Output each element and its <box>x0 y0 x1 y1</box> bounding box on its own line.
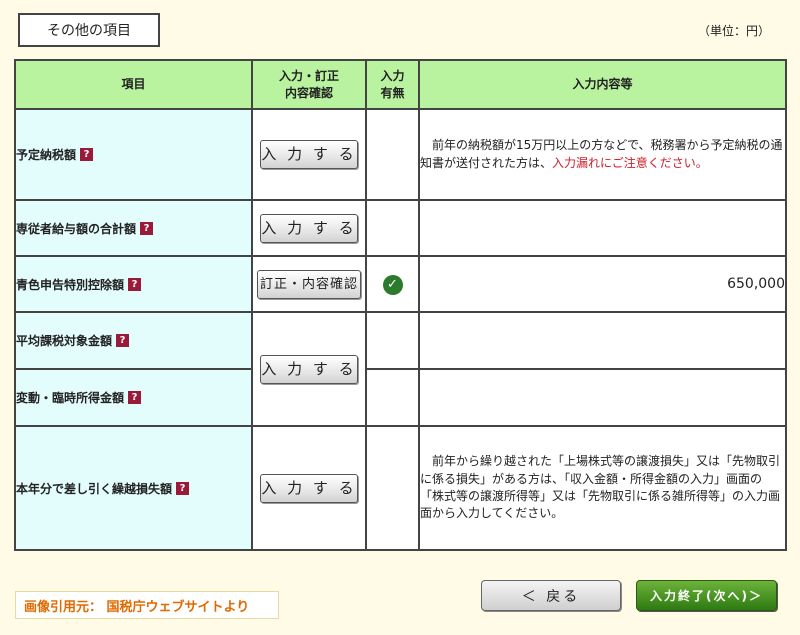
items-table: 項目 入力・訂正 内容確認 入力 有無 入力内容等 予定納税額? 入 力 す る… <box>14 59 787 551</box>
finish-next-button[interactable]: 入力終了(次へ)＞ <box>636 580 777 611</box>
enter-button[interactable]: 入 力 す る <box>260 354 358 384</box>
confirm-button[interactable]: 訂正・内容確認 <box>257 269 361 299</box>
back-button-label: ＜ 戻る <box>521 588 581 605</box>
finish-button-label: 入力終了(次へ)＞ <box>650 589 763 603</box>
help-icon[interactable]: ? <box>140 221 154 235</box>
check-circle-icon: ✓ <box>382 275 403 295</box>
table-header-row: 項目 入力・訂正 内容確認 入力 有無 入力内容等 <box>14 59 787 110</box>
help-icon[interactable]: ? <box>80 148 94 161</box>
enter-button[interactable]: 入 力 す る <box>260 213 358 243</box>
content-cell: 前年の納税額が15万円以上の方などで、税務署から予定納税の通知書が送付された方は… <box>418 108 787 201</box>
enter-button[interactable]: 入 力 す る <box>260 473 358 503</box>
table-row: 平均課税対象金額? 入 力 す る <box>14 311 787 427</box>
row-label: 本年分で差し引く繰越損失額? <box>14 425 253 551</box>
row-label: 青色申告特別控除額? <box>14 255 253 313</box>
section-title-text: その他の項目 <box>47 23 131 39</box>
header-item: 項目 <box>14 59 253 110</box>
status-cell <box>365 108 420 201</box>
value-cell: 650,000 <box>418 255 787 313</box>
help-icon[interactable]: ? <box>128 277 142 291</box>
content-cell <box>418 311 787 370</box>
header-content: 入力内容等 <box>418 59 787 110</box>
source-note: 画像引用元： 国税庁ウェブサイトより <box>15 591 279 619</box>
row-label: 専従者給与額の合計額? <box>14 199 253 257</box>
status-cell: ✓ <box>365 255 420 313</box>
table-row: 青色申告特別控除額? 訂正・内容確認 ✓ 650,000 <box>14 255 787 313</box>
table-row: 本年分で差し引く繰越損失額? 入 力 す る 前年から繰り越された「上場株式等の… <box>14 425 787 551</box>
table-row: 専従者給与額の合計額? 入 力 す る <box>14 199 787 257</box>
section-title: その他の項目 <box>18 13 160 47</box>
status-cell <box>365 199 420 257</box>
header-status: 入力 有無 <box>365 59 420 110</box>
table-row: 変動・臨時所得金額? <box>14 368 787 427</box>
status-cell <box>365 425 420 551</box>
row-label: 平均課税対象金額? <box>14 311 253 370</box>
warning-text: 入力漏れにご注意ください。 <box>552 155 708 170</box>
help-icon[interactable]: ? <box>116 334 130 347</box>
row-label: 予定納税額? <box>14 108 253 201</box>
row-label: 変動・臨時所得金額? <box>14 368 253 427</box>
status-cell <box>365 368 420 427</box>
help-icon[interactable]: ? <box>176 481 190 495</box>
unit-label: （単位：円） <box>697 24 770 38</box>
header-entry: 入力・訂正 内容確認 <box>251 59 367 110</box>
content-cell <box>418 368 787 427</box>
back-button[interactable]: ＜ 戻る <box>481 580 621 611</box>
help-icon[interactable]: ? <box>128 391 142 404</box>
content-cell: 前年から繰り越された「上場株式等の譲渡損失」又は「先物取引に係る損失」がある方は… <box>418 425 787 551</box>
enter-button[interactable]: 入 力 す る <box>260 140 358 169</box>
content-cell <box>418 199 787 257</box>
status-cell <box>365 311 420 370</box>
table-row: 予定納税額? 入 力 す る 前年の納税額が15万円以上の方などで、税務署から予… <box>14 108 787 201</box>
